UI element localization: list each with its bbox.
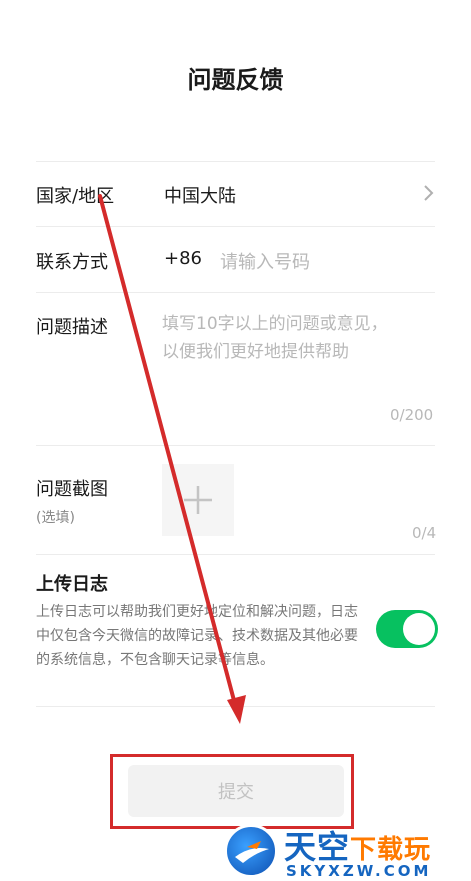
description-placeholder-line1: 填写10字以上的问题或意见， (162, 314, 388, 334)
add-screenshot-button[interactable] (162, 464, 234, 536)
divider (36, 445, 435, 446)
chevron-right-icon[interactable] (418, 183, 438, 203)
description-placeholder-line2: 以便我们更好地提供帮助 (162, 342, 349, 362)
upload-log-title: 上传日志 (36, 574, 108, 595)
description-counter: 0/200 (390, 406, 434, 424)
page-title: 问题反馈 (187, 66, 284, 94)
watermark-title-orange: 下载玩 (350, 835, 432, 865)
phone-input[interactable]: 请输入号码 (220, 248, 310, 274)
submit-button[interactable]: 提交 (128, 765, 344, 817)
divider (36, 292, 435, 293)
plus-icon (184, 486, 212, 514)
region-value[interactable]: 中国大陆 (164, 182, 236, 208)
watermark-logo-icon (224, 824, 278, 878)
screenshot-label: 问题截图 (36, 479, 108, 500)
watermark-domain: SKYXZW.COM (286, 862, 432, 880)
upload-log-toggle[interactable] (376, 610, 438, 648)
screenshot-optional-note: (选填) (36, 510, 75, 526)
divider (36, 706, 435, 707)
divider (36, 226, 435, 227)
country-code: +86 (164, 248, 202, 269)
annotation-arrow (98, 194, 246, 724)
divider (36, 161, 435, 162)
watermark-title-blue: 天空 (284, 828, 351, 866)
screenshot-counter: 0/4 (412, 524, 437, 542)
site-watermark: 天空下载玩 SKYXZW.COM (222, 822, 471, 881)
toggle-knob (403, 613, 435, 645)
region-label: 国家/地区 (36, 186, 115, 207)
upload-log-description: 上传日志可以帮助我们更好地定位和解决问题，日志中仅包含今天微信的故障记录、技术数… (36, 604, 358, 668)
description-label: 问题描述 (36, 317, 108, 338)
description-input[interactable]: 填写10字以上的问题或意见， 以便我们更好地提供帮助 (162, 310, 438, 420)
contact-label: 联系方式 (36, 252, 108, 273)
divider (36, 554, 435, 555)
